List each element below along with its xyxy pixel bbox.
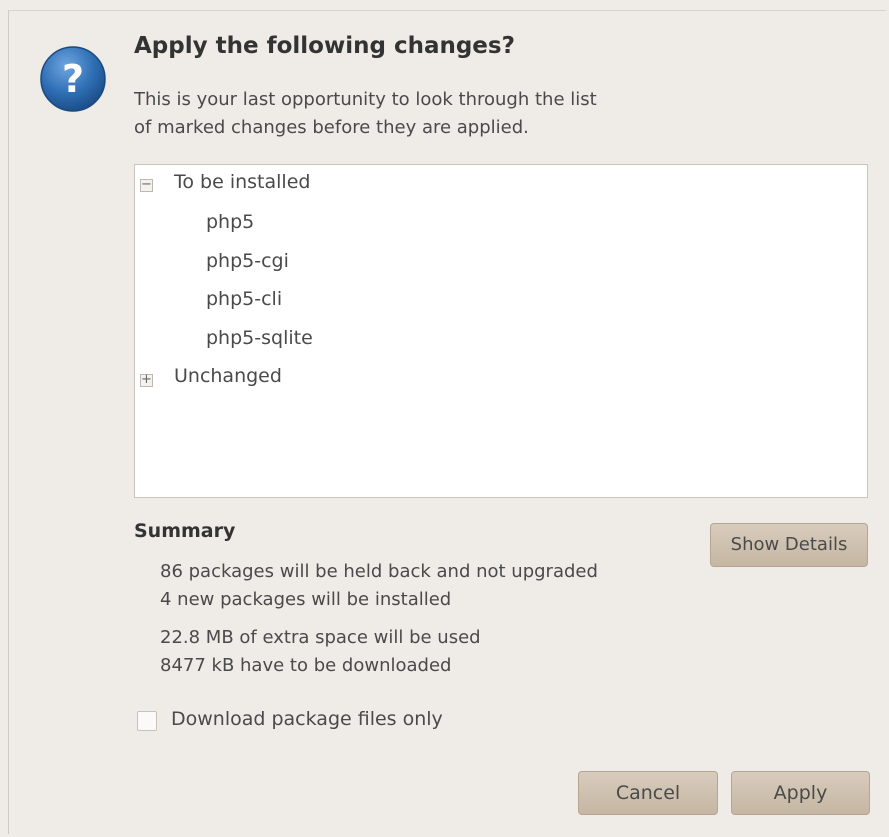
collapse-icon[interactable]: −	[140, 178, 153, 192]
show-details-button[interactable]: Show Details	[710, 523, 868, 567]
tree-item[interactable]: php5-cli	[206, 288, 282, 310]
dialog-title: Apply the following changes?	[134, 33, 515, 59]
cancel-button[interactable]: Cancel	[578, 771, 718, 815]
summary-line: 86 packages will be held back and not up…	[160, 561, 598, 582]
tree-item[interactable]: php5-cgi	[206, 250, 289, 272]
dialog-intro: This is your last opportunity to look th…	[134, 86, 734, 142]
tree-group-to-be-installed[interactable]: To be installed	[174, 171, 310, 193]
apply-button[interactable]: Apply	[731, 771, 870, 815]
intro-line-2: of marked changes before they are applie…	[134, 117, 529, 138]
summary-line: 22.8 MB of extra space will be used	[160, 627, 481, 648]
expand-icon[interactable]: +	[140, 373, 153, 387]
download-only-checkbox[interactable]	[137, 711, 157, 731]
tree-item[interactable]: php5	[206, 211, 254, 233]
svg-text:?: ?	[62, 57, 84, 101]
changes-tree[interactable]: − To be installed php5 php5-cgi php5-cli…	[134, 164, 868, 498]
download-only-label[interactable]: Download package files only	[171, 708, 443, 730]
summary-title: Summary	[134, 520, 236, 542]
question-icon: ?	[40, 46, 106, 112]
tree-item[interactable]: php5-sqlite	[206, 327, 313, 349]
tree-group-unchanged[interactable]: Unchanged	[174, 365, 282, 387]
intro-line-1: This is your last opportunity to look th…	[134, 89, 597, 110]
summary-line: 8477 kB have to be downloaded	[160, 655, 452, 676]
summary-line: 4 new packages will be installed	[160, 589, 452, 610]
